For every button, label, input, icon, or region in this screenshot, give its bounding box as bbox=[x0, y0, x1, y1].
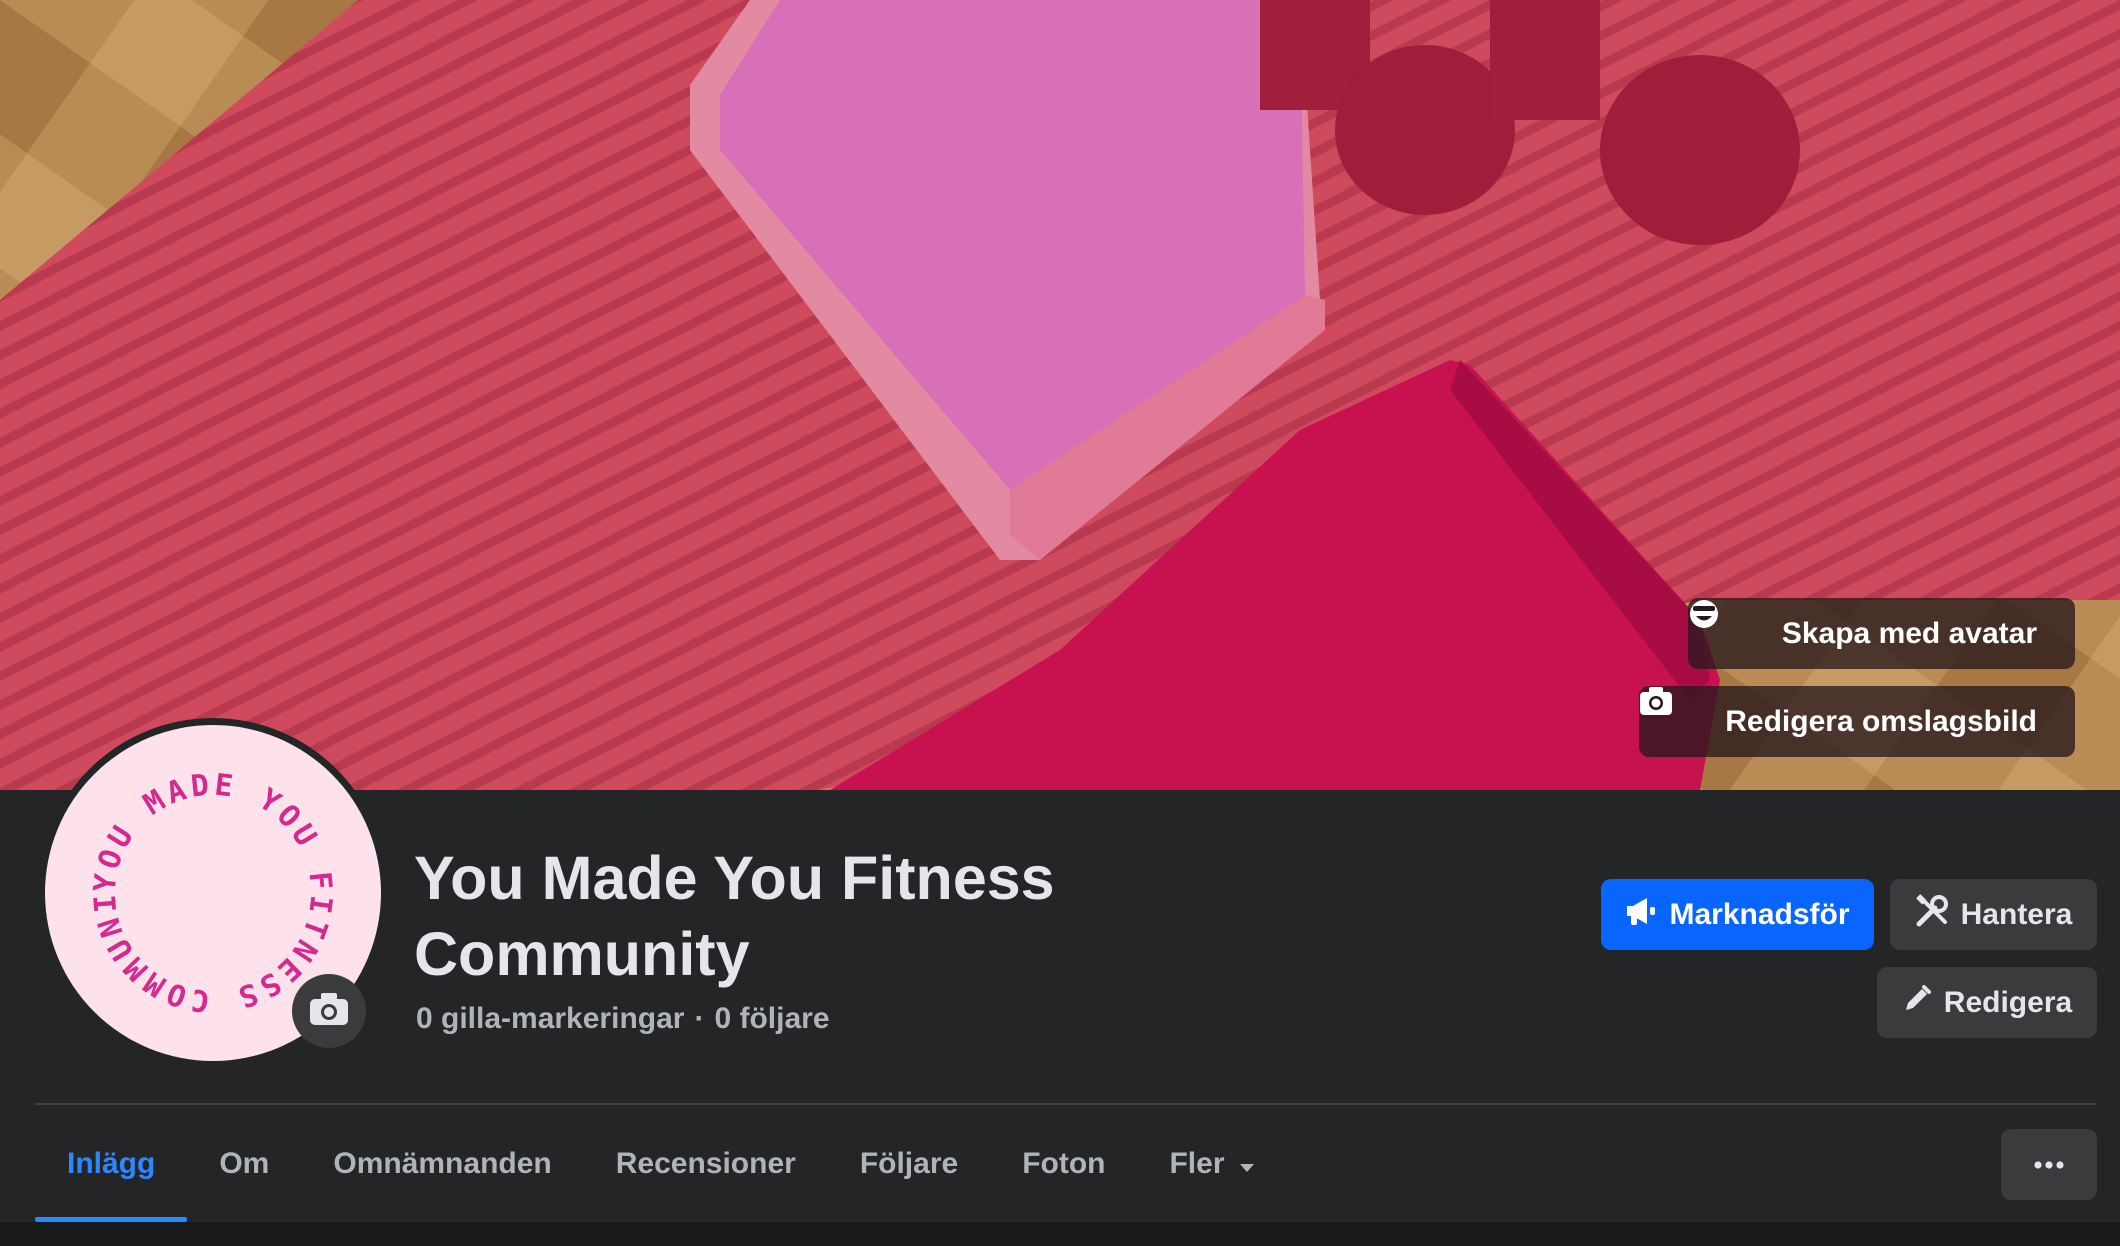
manage-button[interactable]: Hantera bbox=[1890, 879, 2097, 950]
edit-button[interactable]: Redigera bbox=[1877, 967, 2097, 1038]
tab-label: Om bbox=[219, 1147, 270, 1180]
more-options-button[interactable] bbox=[2001, 1129, 2097, 1200]
megaphone-icon bbox=[1625, 896, 1657, 934]
cover-image bbox=[0, 0, 2120, 790]
tab-followers[interactable]: Följare bbox=[828, 1106, 990, 1222]
tab-label: Recensioner bbox=[615, 1147, 796, 1180]
page-title: You Made You Fitness Community bbox=[414, 844, 1055, 988]
likes-count[interactable]: 0 gilla-markeringar bbox=[416, 1002, 684, 1036]
ellipsis-icon bbox=[2034, 1156, 2064, 1174]
page-background bbox=[0, 1222, 2120, 1246]
cover-photo: Skapa med avatar Redigera omslagsbild bbox=[0, 0, 2120, 790]
avatar-face-icon bbox=[1689, 600, 1768, 651]
tab-mentions[interactable]: Omnämnanden bbox=[301, 1106, 583, 1222]
tab-about[interactable]: Om bbox=[187, 1106, 301, 1222]
tools-icon bbox=[1915, 893, 1949, 936]
tab-label: Omnämnanden bbox=[333, 1147, 552, 1180]
create-with-avatar-label: Skapa med avatar bbox=[1781, 616, 2037, 650]
camera-icon bbox=[309, 992, 349, 1031]
followers-count[interactable]: 0 följare bbox=[714, 1002, 829, 1036]
page-tabs: Inlägg Om Omnämnanden Recensioner Följar… bbox=[35, 1106, 1287, 1222]
tab-label: Foton bbox=[1022, 1147, 1106, 1180]
edit-cover-photo-button[interactable]: Redigera omslagsbild bbox=[1639, 686, 2075, 757]
svg-text:YOU MADE YOU FITNESS COMMUNITY: YOU MADE YOU FITNESS COMMUNITY bbox=[45, 725, 338, 1018]
tab-label: Följare bbox=[859, 1147, 959, 1180]
tab-label: Fler bbox=[1169, 1147, 1225, 1180]
profile-picture-camera-button[interactable] bbox=[292, 974, 366, 1048]
edit-cover-photo-label: Redigera omslagsbild bbox=[1725, 704, 2037, 738]
caret-down-icon bbox=[1239, 1147, 1255, 1181]
tab-label: Inlägg bbox=[67, 1147, 156, 1180]
create-with-avatar-button[interactable]: Skapa med avatar bbox=[1687, 598, 2075, 669]
tab-posts[interactable]: Inlägg bbox=[35, 1106, 188, 1222]
tab-photos[interactable]: Foton bbox=[990, 1106, 1137, 1222]
manage-label: Hantera bbox=[1960, 897, 2073, 931]
pencil-icon bbox=[1902, 984, 1932, 1022]
header-divider bbox=[35, 1103, 2097, 1105]
page-stats: 0 gilla-markeringar · 0 följare bbox=[416, 1002, 830, 1036]
edit-label: Redigera bbox=[1943, 985, 2073, 1019]
camera-icon bbox=[1640, 687, 1711, 739]
tab-reviews[interactable]: Recensioner bbox=[584, 1106, 828, 1222]
tab-more[interactable]: Fler bbox=[1137, 1106, 1286, 1222]
promote-button[interactable]: Marknadsför bbox=[1601, 879, 1874, 950]
stats-separator: · bbox=[694, 1002, 705, 1035]
promote-label: Marknadsför bbox=[1669, 897, 1850, 931]
